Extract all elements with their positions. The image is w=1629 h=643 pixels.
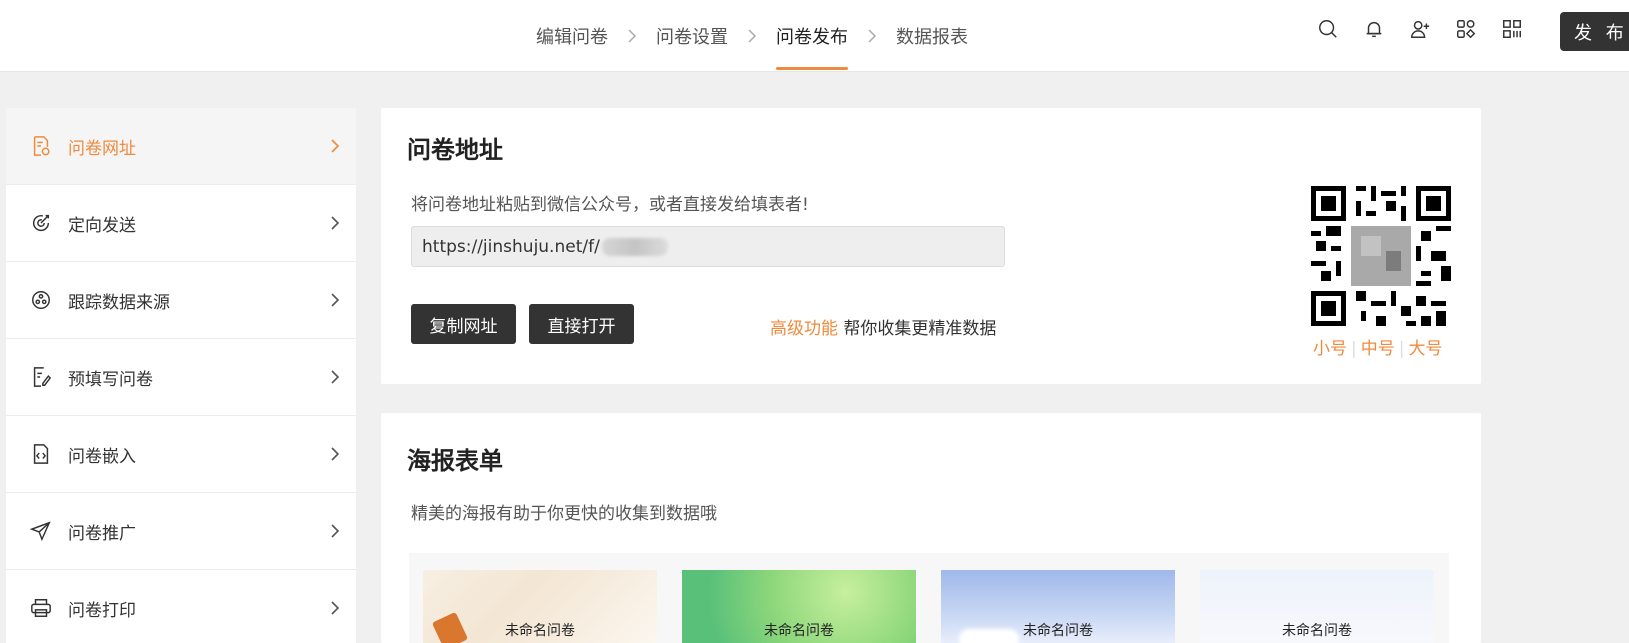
sidebar-item-label: 问卷网址 xyxy=(68,138,136,159)
sidebar-item-print[interactable]: 问卷打印 xyxy=(6,570,356,643)
step-settings[interactable]: 问卷设置 xyxy=(656,0,728,72)
sidebar-item-promote[interactable]: 问卷推广 xyxy=(6,493,356,570)
qr-size-options: 小号 | 中号 | 大号 xyxy=(1313,334,1442,359)
divider: | xyxy=(1398,339,1405,359)
poster-title: 未命名问卷 xyxy=(1023,623,1093,639)
poster-title: 未命名问卷 xyxy=(764,623,834,639)
step-label: 编辑问卷 xyxy=(536,27,608,48)
send-icon xyxy=(30,520,52,542)
copy-url-button[interactable]: 复制网址 xyxy=(411,304,516,344)
url-text: https://jinshuju.net/f/ xyxy=(422,236,600,257)
poster-template[interactable]: 未命名问卷 xyxy=(682,570,916,643)
chevron-right-icon xyxy=(848,29,896,43)
chevron-right-icon xyxy=(728,29,776,43)
card-title: 海报表单 xyxy=(407,447,503,475)
top-bar: 编辑问卷 问卷设置 问卷发布 数据报表 发 布 xyxy=(0,0,1629,72)
sidebar-item-label: 问卷推广 xyxy=(68,523,136,544)
card-description: 将问卷地址粘贴到微信公众号，或者直接发给填表者! xyxy=(411,195,809,215)
sidebar-item-label: 跟踪数据来源 xyxy=(68,292,170,313)
step-report[interactable]: 数据报表 xyxy=(896,0,968,72)
poster-template[interactable]: 未命名问卷 xyxy=(1200,570,1434,643)
prefill-icon xyxy=(30,366,52,388)
source-icon xyxy=(30,289,52,311)
step-label: 问卷设置 xyxy=(656,27,728,48)
sidebar-item-label: 预填写问卷 xyxy=(68,369,153,390)
sidebar-item-targeted-send[interactable]: 定向发送 xyxy=(6,185,356,262)
step-edit[interactable]: 编辑问卷 xyxy=(536,0,608,72)
embed-icon xyxy=(30,443,52,465)
redacted-token xyxy=(601,237,668,256)
chevron-right-icon xyxy=(330,292,340,308)
sidebar-item-track-source[interactable]: 跟踪数据来源 xyxy=(6,262,356,339)
open-url-button[interactable]: 直接打开 xyxy=(529,304,634,344)
advanced-hint: 高级功能 帮你收集更精准数据 xyxy=(770,314,996,339)
poster-template[interactable]: 未命名问卷 xyxy=(423,570,657,643)
printer-icon xyxy=(30,597,52,619)
step-nav: 编辑问卷 问卷设置 问卷发布 数据报表 xyxy=(536,0,968,72)
qr-grid-icon[interactable] xyxy=(1500,17,1524,41)
divider: | xyxy=(1351,339,1357,359)
form-link-icon xyxy=(30,135,52,157)
apps-icon[interactable] xyxy=(1454,17,1478,41)
poster-title: 未命名问卷 xyxy=(1282,623,1352,639)
chevron-right-icon xyxy=(330,138,340,154)
add-user-icon[interactable] xyxy=(1408,17,1432,41)
sidebar-item-form-url[interactable]: 问卷网址 xyxy=(6,108,356,185)
qr-size-medium[interactable]: 中号 xyxy=(1361,339,1395,359)
sidebar: 问卷网址 定向发送 跟踪数据来源 预填写问卷 问卷嵌入 问卷推广 问卷打印 xyxy=(6,108,356,643)
chevron-right-icon xyxy=(330,369,340,385)
chevron-right-icon xyxy=(330,600,340,616)
publish-button[interactable]: 发 布 xyxy=(1560,12,1629,51)
chevron-right-icon xyxy=(330,215,340,231)
form-url-card: 问卷地址 将问卷地址粘贴到微信公众号，或者直接发给填表者! https://ji… xyxy=(381,108,1481,384)
poster-title: 未命名问卷 xyxy=(505,623,575,639)
advanced-features-link[interactable]: 高级功能 xyxy=(770,319,838,339)
sidebar-item-label: 定向发送 xyxy=(68,215,136,236)
qr-size-small[interactable]: 小号 xyxy=(1313,339,1347,359)
search-icon[interactable] xyxy=(1316,17,1340,41)
step-label: 数据报表 xyxy=(896,27,968,48)
qr-code xyxy=(1311,186,1451,326)
step-label: 问卷发布 xyxy=(776,27,848,48)
chevron-right-icon xyxy=(330,523,340,539)
target-icon xyxy=(30,212,52,234)
form-url-field[interactable]: https://jinshuju.net/f/ xyxy=(411,226,1005,267)
bell-icon[interactable] xyxy=(1362,17,1386,41)
qr-size-large[interactable]: 大号 xyxy=(1408,339,1442,359)
chevron-right-icon xyxy=(330,446,340,462)
toolbar xyxy=(1316,17,1524,41)
poster-template[interactable]: 未命名问卷 xyxy=(941,570,1175,643)
sidebar-item-label: 问卷打印 xyxy=(68,600,136,621)
poster-card: 海报表单 精美的海报有助于你更快的收集到数据哦 未命名问卷 未命名问卷 未命名问… xyxy=(381,413,1481,643)
chevron-right-icon xyxy=(608,29,656,43)
card-title: 问卷地址 xyxy=(407,136,503,164)
advanced-hint-text: 帮你收集更精准数据 xyxy=(843,319,997,339)
sidebar-item-label: 问卷嵌入 xyxy=(68,446,136,467)
card-description: 精美的海报有助于你更快的收集到数据哦 xyxy=(411,504,717,524)
sidebar-item-prefill[interactable]: 预填写问卷 xyxy=(6,339,356,416)
sidebar-item-embed[interactable]: 问卷嵌入 xyxy=(6,416,356,493)
step-publish[interactable]: 问卷发布 xyxy=(776,0,848,72)
